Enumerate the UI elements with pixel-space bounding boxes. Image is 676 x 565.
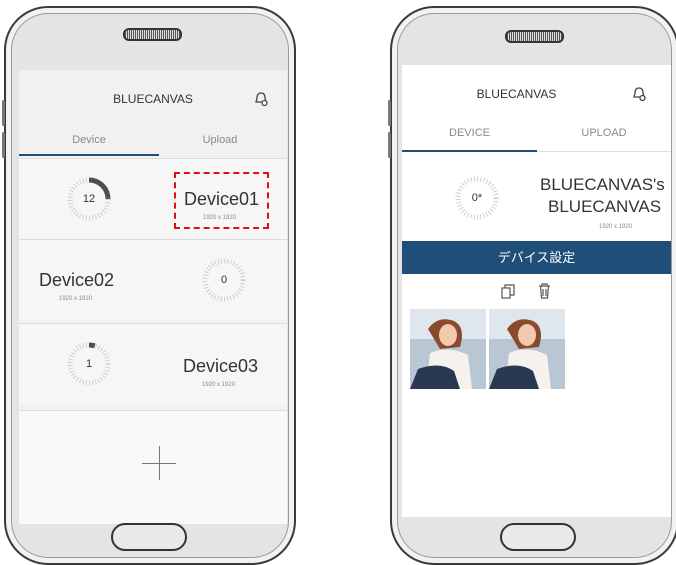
- home-button[interactable]: [500, 523, 576, 551]
- volume-button: [388, 132, 391, 158]
- device-name: BLUECANVAS's: [540, 175, 665, 194]
- device-count: 0: [220, 274, 228, 286]
- device-count: 0*: [471, 192, 483, 204]
- speaker-grille: [505, 30, 564, 43]
- tab-device[interactable]: DEVICE: [402, 127, 537, 139]
- device-name: Device03: [183, 356, 259, 376]
- tab-indicator: [402, 150, 537, 152]
- volume-button: [2, 100, 5, 126]
- copy-icon[interactable]: [501, 284, 515, 299]
- device-row[interactable]: 12 Device01 1920 x 1920: [19, 158, 287, 239]
- device-resolution: 1920 x 1920: [599, 224, 633, 230]
- tab-upload[interactable]: Upload: [153, 134, 287, 146]
- plus-icon: [159, 446, 160, 480]
- device-row[interactable]: Device02 1920 x 1920 0: [19, 239, 287, 320]
- device-count: 1: [85, 358, 93, 370]
- photo-thumbnail[interactable]: [410, 309, 486, 389]
- tab-upload[interactable]: UPLOAD: [537, 127, 671, 139]
- volume-button: [2, 132, 5, 158]
- home-button[interactable]: [111, 523, 187, 551]
- app-screen-left: BLUECANVAS Device Upload 12 Device01 192…: [19, 70, 287, 524]
- volume-button: [388, 100, 391, 126]
- app-screen-right: BLUECANVAS DEVICE UPLOAD 0* BLUECANVAS's…: [402, 65, 671, 517]
- device-name: BLUECANVAS: [548, 197, 662, 216]
- highlight-box: [174, 172, 269, 229]
- phone-frame-left: BLUECANVAS Device Upload 12 Device01 192…: [2, 6, 296, 565]
- device-row[interactable]: 1 Device03 1920 x 1920: [19, 323, 287, 404]
- app-title: BLUECANVAS: [113, 92, 193, 106]
- add-device-button[interactable]: [19, 410, 287, 524]
- phone-frame-right: BLUECANVAS DEVICE UPLOAD 0* BLUECANVAS's…: [388, 6, 676, 565]
- device-count: 12: [82, 193, 96, 205]
- trash-icon[interactable]: [538, 283, 551, 299]
- device-name: Device02: [39, 270, 115, 290]
- device-resolution: 1920 x 1920: [59, 296, 93, 302]
- photo-thumbnail[interactable]: [489, 309, 565, 389]
- device-resolution: 1920 x 1920: [202, 382, 236, 388]
- bell-icon[interactable]: [631, 86, 647, 102]
- bell-icon[interactable]: [253, 91, 269, 107]
- device-settings-button[interactable]: デバイス設定: [402, 241, 671, 274]
- tab-device[interactable]: Device: [19, 134, 159, 146]
- tab-indicator: [19, 154, 159, 156]
- speaker-grille: [123, 28, 182, 41]
- app-title: BLUECANVAS: [476, 87, 557, 101]
